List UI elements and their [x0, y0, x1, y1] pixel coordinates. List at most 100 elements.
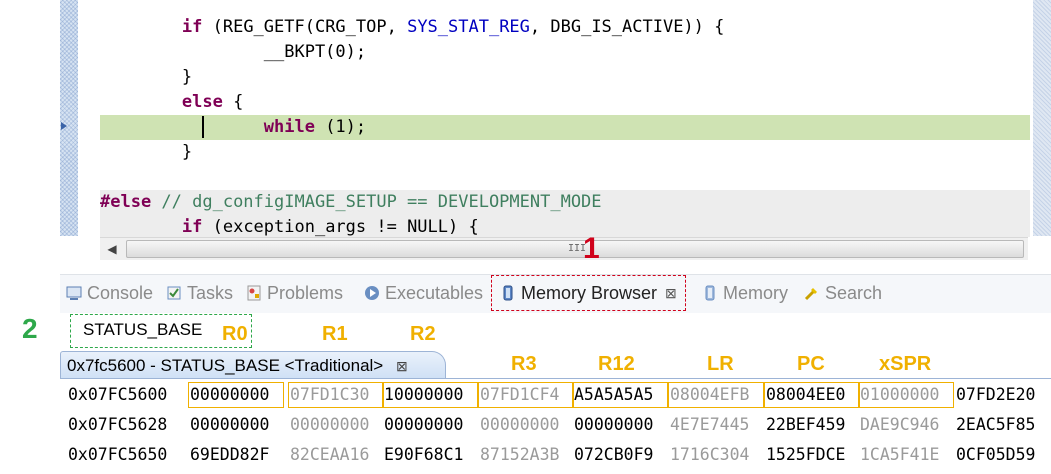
tab-tasks[interactable]: Tasks — [166, 275, 233, 311]
code-line-current[interactable]: while (1); — [100, 115, 1030, 140]
tab-label: Tasks — [187, 282, 234, 303]
register-label-r12: R12 — [598, 353, 635, 375]
tab-label: Memory Browser — [521, 282, 658, 303]
tab-label: Executables — [385, 282, 484, 303]
memory-cell[interactable]: 00000000 — [480, 410, 559, 440]
search-icon — [804, 285, 820, 301]
annotation-number-1: 1 — [583, 232, 600, 265]
code-line-inactive[interactable]: #else // dg_configIMAGE_SETUP == DEVELOP… — [100, 190, 1030, 215]
memory-cell[interactable]: A5A5A5A5 — [574, 380, 653, 410]
register-label-r3: R3 — [511, 353, 537, 375]
memory-cell[interactable]: 08004EE0 — [766, 380, 845, 410]
tab-memory[interactable]: Memory — [702, 275, 788, 311]
memory-cell[interactable]: 00000000 — [574, 410, 653, 440]
code-line[interactable]: } — [100, 65, 1030, 90]
memory-cell[interactable]: 01000000 — [860, 380, 939, 410]
tab-label: Memory — [723, 282, 789, 303]
register-label-r0: R0 — [222, 323, 248, 345]
code-token: __BKPT(0); — [263, 42, 367, 62]
memory-cell[interactable]: 07FD1C30 — [290, 380, 369, 410]
memory-address: 0x07FC5628 — [68, 415, 168, 434]
code-line[interactable]: else { — [100, 90, 1030, 115]
console-icon — [66, 285, 82, 301]
code-line[interactable]: __BKPT(0); — [100, 40, 1030, 65]
code-editor[interactable]: if (REG_GETF(CRG_TOP, SYS_STAT_REG, DBG_… — [0, 0, 1051, 264]
memory-cell[interactable]: 00000000 — [190, 380, 269, 410]
tab-executables[interactable]: Executables — [364, 275, 483, 311]
memory-cell[interactable]: 10000000 — [384, 380, 463, 410]
memory-row[interactable]: 0x07FC5650 69EDD82F 82CEAA16 E90F68C1 87152A… — [60, 440, 1051, 470]
editor-horizontal-scrollbar[interactable]: ◀ III — [100, 237, 1028, 260]
close-rendering-icon[interactable]: ⊠ — [396, 358, 408, 374]
code-line-inactive[interactable]: if (exception_args != NULL) { — [100, 215, 1030, 237]
tab-search[interactable]: Search — [804, 275, 882, 311]
tab-console[interactable]: Console — [66, 275, 153, 311]
memory-cell[interactable]: 4E7E7445 — [670, 410, 749, 440]
code-token: // dg_configIMAGE_SETUP == DEVELOPMENT_M… — [151, 192, 602, 212]
memory-cell[interactable]: 87152A3B — [480, 440, 559, 470]
memory-row[interactable]: 0x07FC5628 00000000 00000000 00000000 000000… — [60, 410, 1051, 440]
instruction-pointer-icon — [61, 122, 67, 130]
code-token: (exception_args != NULL) { — [202, 217, 479, 237]
register-label-lr: LR — [707, 353, 734, 375]
tab-memory-browser[interactable]: Memory Browser ⊠ — [491, 275, 686, 311]
memory-cell[interactable]: 0CF05D59 — [956, 440, 1035, 470]
tab-label: Console — [87, 282, 154, 303]
register-label-r1: R1 — [322, 323, 348, 345]
close-tab-icon[interactable]: ⊠ — [665, 285, 677, 302]
code-line[interactable] — [100, 165, 1030, 190]
editor-left-gutter[interactable] — [60, 0, 78, 236]
scrollbar-thumb[interactable]: III — [126, 240, 1024, 258]
text-cursor — [202, 116, 204, 138]
memory-cell[interactable]: 1716C304 — [670, 440, 749, 470]
memory-rendering-tab[interactable]: 0x7fc5600 - STATUS_BASE <Traditional> ⊠ — [60, 351, 446, 379]
view-tab-bar: Console Tasks Problems Executables Memor… — [60, 274, 1051, 313]
code-token: else — [181, 92, 223, 112]
memory-cell[interactable]: 07FD2E20 — [956, 380, 1035, 410]
memory-cell[interactable]: 22BEF459 — [766, 410, 845, 440]
code-line[interactable]: } — [100, 140, 1030, 165]
executables-icon — [364, 285, 380, 301]
memory-cell[interactable]: 69EDD82F — [190, 440, 269, 470]
memory-cell[interactable]: 08004EFB — [670, 380, 749, 410]
memory-cell[interactable]: 1CA5F41E — [860, 440, 939, 470]
code-token: while — [263, 117, 315, 137]
memory-cell[interactable]: 1525FDCE — [766, 440, 845, 470]
annotation-number-2: 2 — [22, 313, 38, 344]
memory-cell[interactable]: 00000000 — [384, 410, 463, 440]
code-token: #else — [100, 192, 152, 212]
register-label-xspr: xSPR — [879, 353, 932, 375]
tab-problems[interactable]: Problems — [246, 275, 343, 311]
code-token: (1); — [314, 117, 367, 137]
scroll-left-arrow-icon[interactable]: ◀ — [104, 240, 120, 258]
code-token: } — [181, 67, 193, 87]
memory-cell[interactable]: E90F68C1 — [384, 440, 463, 470]
memory-cell[interactable]: 00000000 — [290, 410, 369, 440]
memory-cell[interactable]: 82CEAA16 — [290, 440, 369, 470]
memory-cell[interactable]: 07FD1CF4 — [480, 380, 559, 410]
memory-icon — [702, 285, 718, 301]
memory-cell[interactable]: 00000000 — [190, 410, 269, 440]
editor-overview-ruler[interactable] — [1033, 0, 1051, 236]
memory-table[interactable]: 0x07FC5600 00000000 07FD1C30 10000000 07FD1C… — [60, 379, 1051, 474]
code-token: if — [181, 217, 203, 237]
memory-row[interactable]: 0x07FC5600 00000000 07FD1C30 10000000 07FD1C… — [60, 380, 1051, 410]
memory-cell[interactable]: 2EAC5F85 — [956, 410, 1035, 440]
code-line[interactable]: if (REG_GETF(CRG_TOP, SYS_STAT_REG, DBG_… — [100, 15, 1030, 40]
memory-cell[interactable]: DAE9C946 — [860, 410, 939, 440]
memory-address: 0x07FC5650 — [68, 445, 168, 464]
tab-label: Problems — [267, 282, 344, 303]
register-label-r2: R2 — [410, 323, 436, 345]
memory-cell[interactable]: 072CB0F9 — [574, 440, 653, 470]
tab-label: Search — [825, 282, 883, 303]
code-token: (REG_GETF(CRG_TOP, — [202, 17, 408, 37]
memory-address: 0x07FC5600 — [68, 385, 168, 404]
tasks-icon — [166, 285, 182, 301]
